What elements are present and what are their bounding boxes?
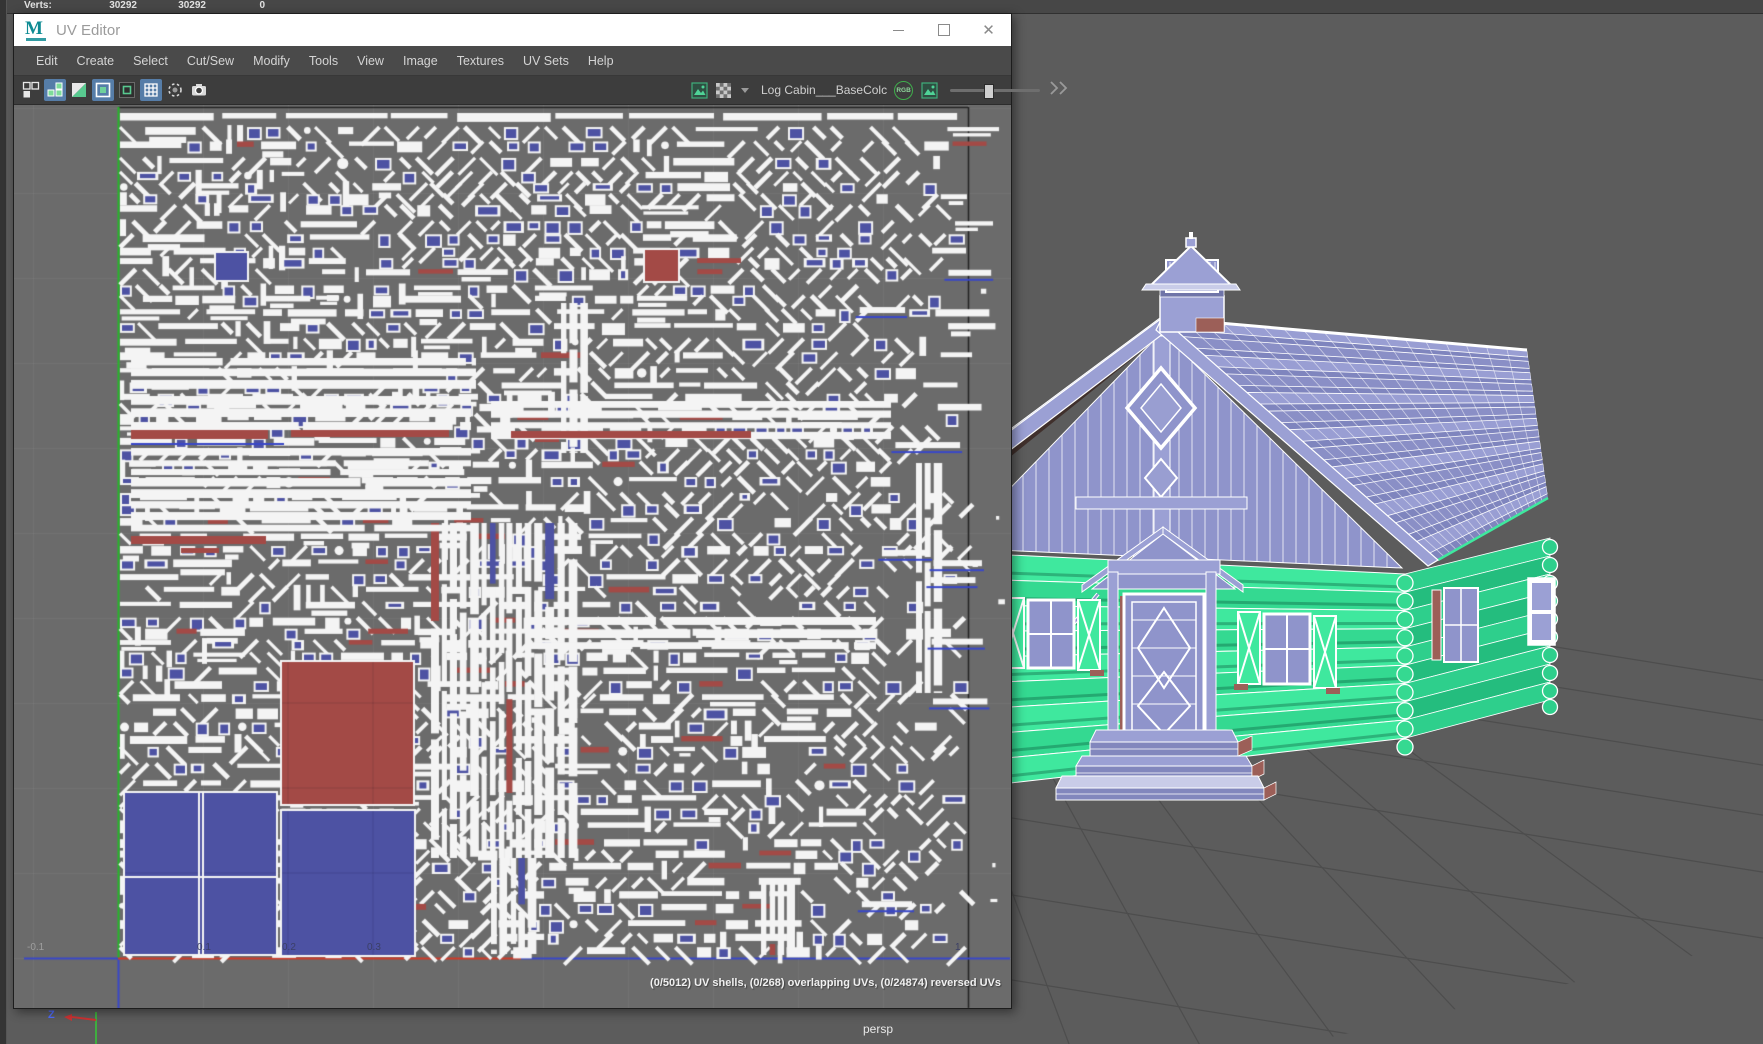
slider-handle[interactable] <box>984 83 995 99</box>
menu-uv-sets[interactable]: UV Sets <box>523 54 569 68</box>
uv-toolbar: Log Cabin___BaseColc RGB <box>14 76 1068 105</box>
maya-icon: M <box>25 19 47 41</box>
expand-toolbar-chevrons[interactable] <box>1048 80 1070 101</box>
close-icon: ✕ <box>982 21 995 39</box>
uv-statistics: (0/5012) UV shells, (0/268) overlapping … <box>650 977 1001 989</box>
maximize-icon <box>937 24 950 36</box>
cupola <box>1141 232 1241 333</box>
checker-dropdown-arrow[interactable] <box>741 87 749 93</box>
texture-display-button[interactable] <box>116 79 138 101</box>
uv-shell-canvas[interactable] <box>14 105 1011 1008</box>
axis-x-arrow <box>64 1014 72 1021</box>
uv-editor-window: M UV Editor ✕ Edit Create Select Cut/Sew… <box>13 13 1068 1009</box>
grid-display-button[interactable] <box>140 79 162 101</box>
rgb-channels-icon[interactable]: RGB <box>894 80 914 100</box>
verts-selected: 30292 <box>178 0 206 11</box>
uv-tick-01: 0.1 <box>197 942 211 953</box>
menu-image[interactable]: Image <box>403 54 438 68</box>
right-wall-window-far <box>1527 577 1556 646</box>
menu-textures[interactable]: Textures <box>457 54 504 68</box>
poly-count-hud: Verts: 30292 30292 0 <box>0 0 1763 14</box>
image-dim-button[interactable] <box>918 79 940 101</box>
verts-total: 30292 <box>109 0 137 11</box>
right-wall-window <box>1431 587 1479 663</box>
window-title: UV Editor <box>56 21 121 39</box>
menu-select[interactable]: Select <box>133 54 168 68</box>
menu-modify[interactable]: Modify <box>253 54 290 68</box>
menu-create[interactable]: Create <box>77 54 115 68</box>
menu-edit[interactable]: Edit <box>36 54 58 68</box>
checker-map-button[interactable] <box>712 79 734 101</box>
menu-help[interactable]: Help <box>588 54 614 68</box>
maya-application: { "hud": {"verts_label": "Verts:", "vert… <box>0 0 1763 1044</box>
image-display-button[interactable] <box>688 79 710 101</box>
view-axis-gizmo: Z <box>40 1006 110 1044</box>
gable-collar-beam <box>1075 496 1248 510</box>
front-window-right <box>1234 611 1340 694</box>
pixel-snap-button[interactable] <box>164 79 186 101</box>
menu-tools[interactable]: Tools <box>309 54 338 68</box>
uv-canvas-area[interactable]: -0.1 0.1 0.2 0.3 1 (0/5012) UV shells, (… <box>14 105 1011 1008</box>
uv-tick-1: 1 <box>955 942 961 953</box>
axis-x-line <box>71 1016 97 1021</box>
close-button[interactable]: ✕ <box>966 14 1011 46</box>
image-dim-slider[interactable] <box>950 83 1041 99</box>
verts-label: Verts: <box>24 0 52 11</box>
uv-shells-display-button[interactable] <box>44 79 66 101</box>
minimize-button[interactable] <box>876 14 921 46</box>
shaded-uv-display-button[interactable] <box>68 79 90 101</box>
texture-name-label[interactable]: Log Cabin___BaseColc <box>761 83 887 97</box>
layout-quadrants-button[interactable] <box>20 79 42 101</box>
texture-borders-button[interactable] <box>92 79 114 101</box>
axis-z-label: Z <box>48 1009 55 1021</box>
menu-view[interactable]: View <box>357 54 384 68</box>
app-left-edge <box>0 0 7 1044</box>
front-window-left <box>998 597 1104 676</box>
titlebar[interactable]: M UV Editor ✕ <box>14 14 1011 46</box>
uv-tick-03: 0.3 <box>367 942 381 953</box>
minimize-icon <box>893 29 904 31</box>
menu-cut-sew[interactable]: Cut/Sew <box>187 54 234 68</box>
uv-tick-neg: -0.1 <box>27 942 45 953</box>
camera-name-label[interactable]: persp <box>848 1022 908 1036</box>
menubar: Edit Create Select Cut/Sew Modify Tools … <box>14 46 1011 76</box>
log-cabin-model[interactable] <box>927 232 1559 801</box>
maximize-button[interactable] <box>921 14 966 46</box>
uv-snapshot-button[interactable] <box>188 79 210 101</box>
uv-tick-02: 0.2 <box>282 942 296 953</box>
verts-extra: 0 <box>259 0 265 11</box>
